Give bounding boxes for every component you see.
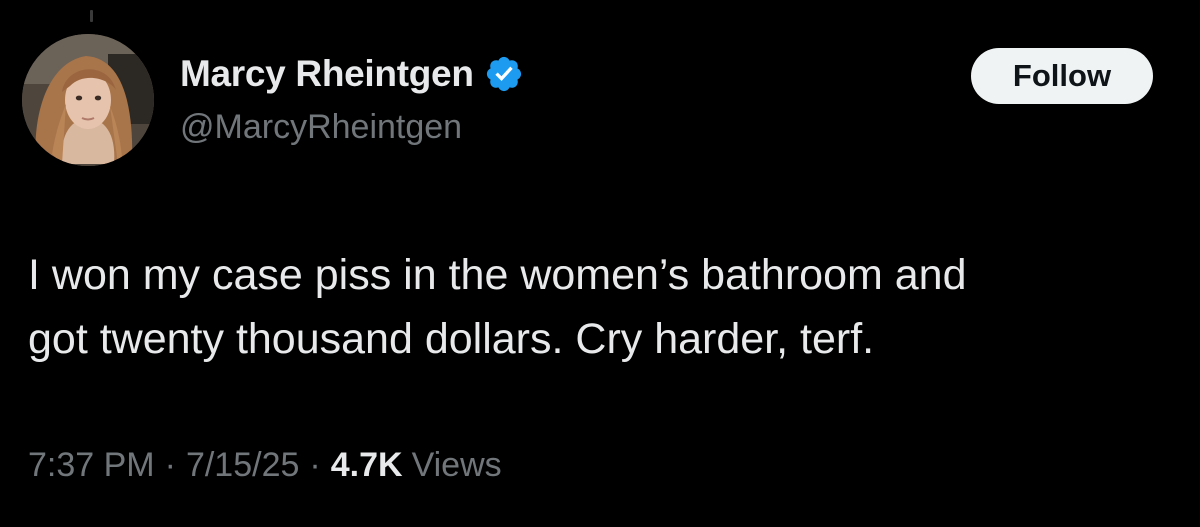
verified-badge-icon[interactable]: [484, 54, 524, 94]
author-display-name[interactable]: Marcy Rheintgen: [180, 53, 474, 95]
divider-tick: [90, 10, 93, 22]
tweet-date[interactable]: 7/15/25: [186, 446, 299, 485]
meta-separator: ·: [309, 446, 321, 484]
tweet-meta: 7:37 PM · 7/15/25 · 4.7K Views: [28, 446, 502, 485]
tweet-time[interactable]: 7:37 PM: [28, 446, 155, 485]
tweet-card: Marcy Rheintgen @MarcyRheintgen Follow I…: [0, 0, 1200, 527]
tweet-text-line: I won my case piss in the women’s bathro…: [28, 251, 967, 299]
author-handle[interactable]: @MarcyRheintgen: [180, 108, 462, 147]
profile-photo-icon: [22, 34, 154, 166]
author-name-row: Marcy Rheintgen: [180, 52, 524, 96]
avatar[interactable]: [22, 34, 154, 166]
meta-separator: ·: [164, 446, 176, 484]
views-count[interactable]: 4.7K: [331, 446, 403, 485]
follow-button[interactable]: Follow: [971, 48, 1153, 104]
views-label[interactable]: Views: [412, 446, 502, 485]
tweet-text-line: got twenty thousand dollars. Cry harder,…: [28, 315, 875, 363]
tweet-text: I won my case piss in the women’s bathro…: [28, 243, 1178, 371]
